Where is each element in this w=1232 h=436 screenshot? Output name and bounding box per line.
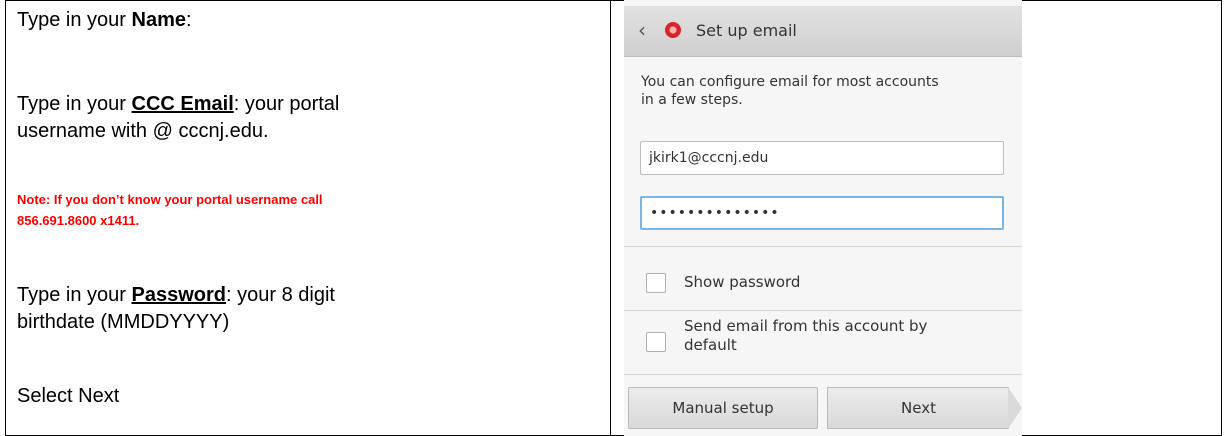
password-bold: Password: [131, 284, 226, 306]
show-password-checkbox[interactable]: [646, 273, 666, 293]
name-instruction: Type in your Name:: [17, 7, 192, 34]
action-bar: ‹ Set up email: [624, 6, 1022, 57]
name-bold: Name: [131, 9, 186, 31]
send-default-checkbox[interactable]: [646, 332, 666, 352]
password-suffix: : your 8 digit: [226, 284, 335, 306]
password-field[interactable]: ••••••••••••••: [640, 196, 1004, 230]
send-default-line2: default: [684, 336, 737, 354]
note-line1: Note: If you don’t know your portal user…: [17, 192, 323, 207]
action-bar-title: Set up email: [696, 21, 797, 40]
divider: [624, 374, 1022, 375]
intro-line1: You can configure email for most account…: [641, 74, 939, 90]
name-suffix: :: [186, 9, 192, 31]
next-arrow-icon[interactable]: [1008, 387, 1022, 429]
password-prefix: Type in your: [17, 284, 132, 306]
next-button[interactable]: Next: [827, 387, 1009, 429]
intro-line2: in a few steps.: [641, 92, 743, 108]
divider: [624, 310, 1022, 311]
send-default-label[interactable]: Send email from this account by default: [684, 317, 927, 355]
name-prefix: Type in your: [17, 9, 132, 31]
email-line2: username with @ cccnj.edu.: [17, 120, 269, 142]
email-field[interactable]: jkirk1@cccnj.edu: [640, 141, 1004, 175]
column-divider: [610, 0, 611, 436]
phone-screenshot: ‹ Set up email You can configure email f…: [624, 0, 1022, 436]
username-note: Note: If you don’t know your portal user…: [17, 189, 437, 231]
send-default-line1: Send email from this account by: [684, 317, 928, 335]
select-next-instruction: Select Next: [17, 385, 120, 407]
email-prefix: Type in your: [17, 93, 132, 115]
divider: [624, 246, 1022, 247]
back-chevron-icon[interactable]: ‹: [638, 18, 646, 42]
email-suffix: : your portal: [233, 93, 340, 115]
manual-setup-button[interactable]: Manual setup: [628, 387, 818, 429]
password-instruction: Type in your Password: your 8 digit birt…: [17, 282, 335, 336]
show-password-label[interactable]: Show password: [684, 273, 800, 292]
password-line2: birthdate (MMDDYYYY): [17, 311, 230, 333]
note-line2: 856.691.8600 x1411.: [17, 213, 140, 228]
email-instruction: Type in your CCC Email: your portal user…: [17, 91, 339, 145]
email-bold: CCC Email: [131, 93, 234, 115]
intro-text: You can configure email for most account…: [641, 73, 1011, 109]
email-app-icon: [665, 22, 681, 38]
